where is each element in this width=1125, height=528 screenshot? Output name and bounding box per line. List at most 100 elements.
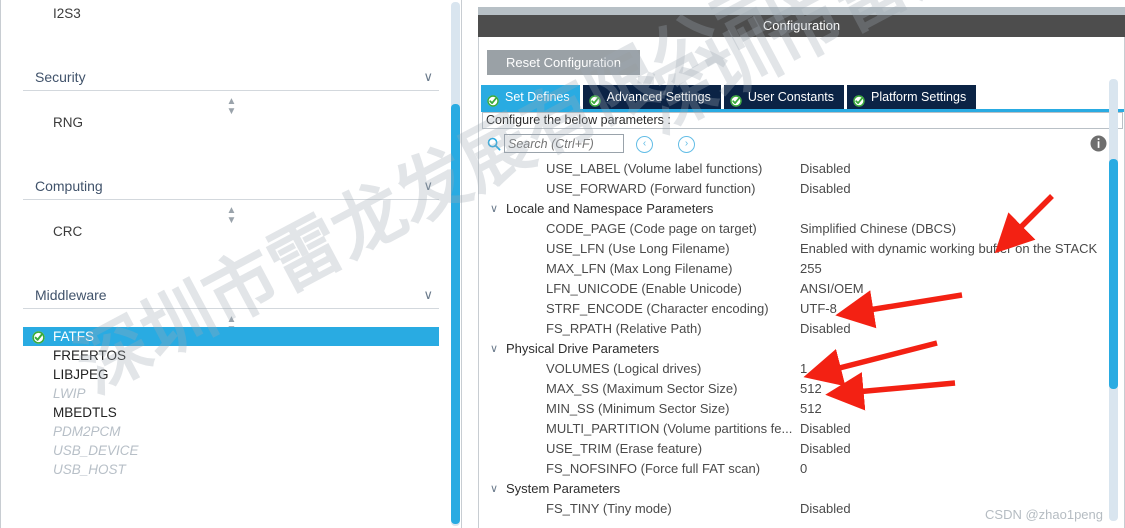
- parameter-value[interactable]: Enabled with dynamic working buffer on t…: [800, 239, 1097, 259]
- middleware-item-usb_device[interactable]: USB_DEVICE: [23, 441, 439, 460]
- parameter-row[interactable]: LFN_UNICODE (Enable Unicode) ANSI/OEM: [482, 279, 1123, 299]
- left-scrollbar-thumb[interactable]: [451, 104, 460, 524]
- parameter-row[interactable]: FS_RPATH (Relative Path) Disabled: [482, 319, 1123, 339]
- middleware-item-freertos[interactable]: FREERTOS: [23, 346, 439, 365]
- panel-gap: [463, 0, 478, 528]
- search-input[interactable]: [504, 134, 624, 153]
- parameter-group-header[interactable]: ∨ System Parameters: [482, 479, 1123, 499]
- middleware-item-usb_host[interactable]: USB_HOST: [23, 460, 439, 479]
- middleware-item-label: PDM2PCM: [53, 424, 121, 439]
- parameter-row[interactable]: USE_LFN (Use Long Filename) Enabled with …: [482, 239, 1123, 259]
- parameter-value[interactable]: Disabled: [800, 499, 851, 519]
- parameter-value[interactable]: Disabled: [800, 179, 851, 199]
- configuration-panel: Configuration Reset Configuration Set De…: [478, 0, 1125, 528]
- parameter-row[interactable]: MAX_LFN (Max Long Filename) 255: [482, 259, 1123, 279]
- parameter-row[interactable]: USE_LABEL (Volume label functions) Disabl…: [482, 159, 1123, 179]
- parameter-group-header[interactable]: ∨ Physical Drive Parameters: [482, 339, 1123, 359]
- parameter-row[interactable]: CODE_PAGE (Code page on target) Simplifie…: [482, 219, 1123, 239]
- parameter-value[interactable]: Simplified Chinese (DBCS): [800, 219, 956, 239]
- chevron-down-icon[interactable]: ∨: [423, 288, 433, 302]
- search-prev-button[interactable]: ‹: [636, 136, 653, 153]
- tab-label: Advanced Settings: [606, 90, 711, 104]
- tab-label: User Constants: [747, 90, 835, 104]
- parameter-group-label: Locale and Namespace Parameters: [506, 201, 714, 216]
- parameter-row[interactable]: VOLUMES (Logical drives) 1: [482, 359, 1123, 379]
- parameter-value[interactable]: 512: [800, 379, 822, 399]
- tab-label: Set Defines: [505, 90, 570, 104]
- parameter-row[interactable]: STRF_ENCODE (Character encoding) UTF-8: [482, 299, 1123, 319]
- search-row: ‹ ›: [482, 133, 1123, 159]
- parameter-name: FS_NOFSINFO (Force full FAT scan): [546, 461, 761, 476]
- tree-item-label: I2S3: [53, 6, 81, 21]
- chevron-down-icon[interactable]: ∨: [423, 70, 433, 84]
- parameter-name: MIN_SS (Minimum Sector Size): [546, 401, 730, 416]
- configure-parameters-label: Configure the below parameters :: [482, 112, 1123, 129]
- reset-configuration-button[interactable]: Reset Configuration: [487, 50, 640, 75]
- tree-item-i2s3[interactable]: I2S3: [1, 0, 461, 24]
- parameter-value[interactable]: Disabled: [800, 159, 851, 179]
- parameter-group-header[interactable]: ∨ Locale and Namespace Parameters: [482, 199, 1123, 219]
- splitter-grip-middleware[interactable]: ▲▼: [1, 315, 461, 335]
- middleware-item-lwip[interactable]: LWIP: [23, 384, 439, 403]
- splitter-grip-computing[interactable]: ▲ ▼: [1, 206, 461, 226]
- middleware-item-fatfs[interactable]: FATFS: [23, 327, 439, 346]
- parameter-row[interactable]: MULTI_PARTITION (Volume partitions fe...…: [482, 419, 1123, 439]
- parameter-value[interactable]: UTF-8: [800, 299, 837, 319]
- parameter-name: FS_TINY (Tiny mode): [546, 501, 672, 516]
- middleware-item-label: LIBJPEG: [53, 367, 109, 382]
- configuration-tabbar: Set Defines Advanced Settings User Constan…: [481, 85, 1124, 109]
- parameter-value[interactable]: Disabled: [800, 439, 851, 459]
- tab-user-constants[interactable]: User Constants: [723, 85, 845, 109]
- group-label: Security: [35, 69, 86, 85]
- group-header-computing[interactable]: Computing ∨: [23, 175, 439, 200]
- parameter-value[interactable]: 512: [800, 399, 822, 419]
- check-icon: [487, 91, 499, 107]
- parameter-value[interactable]: Disabled: [800, 319, 851, 339]
- check-icon: [32, 330, 45, 344]
- info-icon[interactable]: [1090, 135, 1107, 152]
- search-next-button[interactable]: ›: [678, 136, 695, 153]
- tab-label: Platform Settings: [871, 90, 967, 104]
- tab-platform-settings[interactable]: Platform Settings: [847, 85, 977, 109]
- middleware-item-label: LWIP: [53, 386, 86, 401]
- parameter-value[interactable]: ANSI/OEM: [800, 279, 864, 299]
- tab-advanced-settings[interactable]: Advanced Settings: [582, 85, 721, 109]
- middleware-item-libjpeg[interactable]: LIBJPEG: [23, 365, 439, 384]
- parameter-name: USE_LFN (Use Long Filename): [546, 241, 730, 256]
- parameter-value[interactable]: Disabled: [800, 419, 851, 439]
- panel-top-white: [478, 0, 1125, 7]
- chevron-down-icon[interactable]: ∨: [490, 339, 498, 359]
- parameter-name: USE_LABEL (Volume label functions): [546, 161, 763, 176]
- right-scrollbar-thumb[interactable]: [1109, 159, 1118, 389]
- tree-item-label: RNG: [53, 115, 83, 130]
- tab-set-defines[interactable]: Set Defines: [481, 85, 580, 109]
- parameter-name: STRF_ENCODE (Character encoding): [546, 301, 769, 316]
- chevron-down-icon[interactable]: ∨: [423, 179, 433, 193]
- parameter-name: CODE_PAGE (Code page on target): [546, 221, 757, 236]
- parameter-row[interactable]: FS_NOFSINFO (Force full FAT scan) 0: [482, 459, 1123, 479]
- middleware-item-label: FATFS: [53, 329, 95, 344]
- splitter-grip-security[interactable]: ▲ ▼: [1, 97, 461, 117]
- parameter-value[interactable]: 1: [800, 359, 807, 379]
- parameter-row[interactable]: MIN_SS (Minimum Sector Size) 512: [482, 399, 1123, 419]
- middleware-list: FATFS FREERTOS LIBJPEG LWIP MBEDTLS PDM2PCM US…: [23, 327, 439, 479]
- group-header-middleware[interactable]: Middleware ∨: [23, 284, 439, 309]
- middleware-item-label: FREERTOS: [53, 348, 127, 363]
- parameter-value[interactable]: 255: [800, 259, 822, 279]
- parameter-value[interactable]: 0: [800, 459, 807, 479]
- parameter-row[interactable]: USE_FORWARD (Forward function) Disabled: [482, 179, 1123, 199]
- tree-item-label: CRC: [53, 224, 83, 239]
- middleware-item-pdm2pcm[interactable]: PDM2PCM: [23, 422, 439, 441]
- middleware-item-label: MBEDTLS: [53, 405, 117, 420]
- chevron-down-icon[interactable]: ∨: [490, 479, 498, 499]
- parameter-row[interactable]: USE_TRIM (Erase feature) Disabled: [482, 439, 1123, 459]
- middleware-item-mbedtls[interactable]: MBEDTLS: [23, 403, 439, 422]
- component-tree-panel: I2S3 Security ∨ ▲ ▼ RNG Computing ∨ ▲ ▼ CR…: [0, 0, 462, 528]
- check-icon: [730, 91, 742, 107]
- parameter-group-label: System Parameters: [506, 481, 621, 496]
- chevron-down-icon[interactable]: ∨: [490, 199, 498, 219]
- parameter-row[interactable]: MAX_SS (Maximum Sector Size) 512: [482, 379, 1123, 399]
- group-header-security[interactable]: Security ∨: [23, 66, 439, 91]
- parameter-group-label: Physical Drive Parameters: [506, 341, 660, 356]
- configuration-body: Reset Configuration Set Defines Advanced …: [478, 37, 1125, 528]
